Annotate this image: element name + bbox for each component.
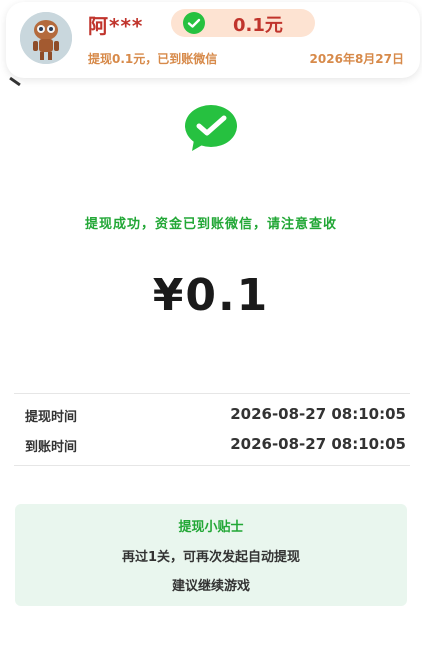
divider — [14, 465, 410, 466]
robot-avatar-icon — [20, 12, 72, 64]
badge-amount: 0.1元 — [233, 15, 283, 36]
amount-badge: 0.1元 — [171, 9, 315, 37]
notification-date: 2026年8月27日 — [309, 52, 404, 66]
tips-line-1: 再过1关，可再次发起自动提现 — [121, 550, 301, 565]
arrival-time-label: 到账时间 — [25, 440, 78, 455]
tips-title: 提现小贴士 — [178, 520, 244, 535]
success-message: 提现成功，资金已到账微信，请注意查收 — [84, 217, 337, 232]
arrival-time-value: 2026-08-27 08:10:05 — [230, 435, 406, 453]
user-name: 阿*** — [88, 14, 144, 38]
tips-box: 提现小贴士 再过1关，可再次发起自动提现 建议继续游戏 — [15, 504, 407, 606]
divider — [14, 393, 410, 394]
withdraw-notification-card: 阿*** 0.1元 提现0.1元，已到账微信 2026年8月27日 — [6, 2, 420, 78]
avatar — [20, 12, 72, 64]
notification-description: 提现0.1元，已到账微信 — [88, 52, 218, 66]
withdraw-time-label: 提现时间 — [25, 410, 78, 425]
withdraw-amount: ¥0.1 — [152, 270, 270, 321]
wechat-logo-icon — [184, 104, 238, 152]
withdraw-time-value: 2026-08-27 08:10:05 — [230, 405, 406, 423]
wechat-pay-icon — [183, 12, 205, 34]
stray-mark — [9, 76, 21, 87]
tips-line-2: 建议继续游戏 — [171, 579, 250, 594]
